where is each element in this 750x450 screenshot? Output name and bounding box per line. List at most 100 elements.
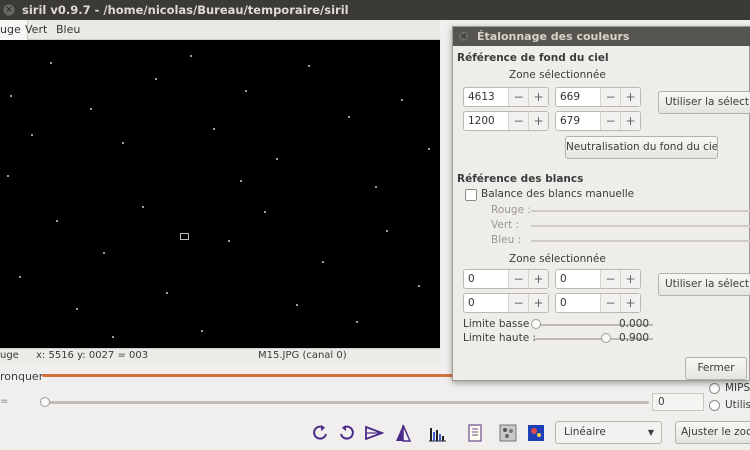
bg-w-value: 1200 bbox=[468, 115, 495, 127]
plus-icon[interactable]: + bbox=[528, 270, 548, 288]
bg-h-value: 679 bbox=[560, 115, 581, 127]
slider-value: 0 bbox=[658, 396, 665, 408]
white-x-spin[interactable]: 0 − + bbox=[463, 269, 549, 289]
tab-vert[interactable]: Vert bbox=[19, 20, 53, 40]
main-titlebar: × siril v0.9.7 - /home/nicolas/Bureau/te… bbox=[0, 0, 750, 20]
close-icon: × bbox=[459, 32, 468, 42]
bleu-label: Bleu : bbox=[491, 234, 522, 246]
contrast-slider-knob[interactable] bbox=[40, 397, 50, 407]
tronquer-label: ronquer bbox=[0, 370, 44, 383]
minus-icon[interactable]: − bbox=[600, 294, 620, 312]
close-dialog-label: Fermer bbox=[697, 362, 735, 374]
status-filename: M15.JPG (canal 0) bbox=[258, 350, 347, 361]
slider-value-field[interactable]: 0 bbox=[652, 393, 704, 411]
high-limit-knob[interactable] bbox=[601, 333, 611, 343]
bg-section-title: Référence de fond du ciel bbox=[457, 52, 609, 64]
minus-icon[interactable]: − bbox=[508, 270, 528, 288]
radio-mips[interactable] bbox=[709, 383, 720, 394]
radio-utilis-label: Utilis bbox=[725, 399, 750, 411]
tab-rouge-label: uge bbox=[0, 23, 21, 36]
white-y-value: 0 bbox=[560, 273, 567, 285]
mirror-y-icon[interactable] bbox=[392, 422, 414, 444]
minus-icon[interactable]: − bbox=[508, 88, 528, 106]
cutoff-bar[interactable] bbox=[42, 374, 460, 377]
white-x-value: 0 bbox=[468, 273, 475, 285]
rouge-slider[interactable] bbox=[531, 210, 750, 212]
low-limit-label: Limite basse : bbox=[463, 318, 537, 330]
image-viewport[interactable] bbox=[0, 40, 440, 348]
plus-icon[interactable]: + bbox=[528, 88, 548, 106]
window-title: siril v0.9.7 - /home/nicolas/Bureau/temp… bbox=[22, 3, 349, 17]
grid-icon[interactable] bbox=[497, 422, 519, 444]
status-coords: x: 5516 y: 0027 = 003 bbox=[36, 350, 149, 361]
bg-use-selection-label: Utiliser la sélection bbox=[665, 96, 750, 108]
white-y-spin[interactable]: 0 − + bbox=[555, 269, 641, 289]
high-limit-label: Limite haute : bbox=[463, 332, 537, 344]
plus-icon[interactable]: + bbox=[620, 294, 640, 312]
white-use-selection-label: Utiliser la sélection bbox=[665, 278, 750, 290]
radio-mips-label: MIPS bbox=[725, 382, 750, 394]
close-icon: × bbox=[5, 5, 13, 15]
close-window-button[interactable]: × bbox=[3, 4, 15, 16]
tab-bleu-label: Bleu bbox=[56, 23, 81, 36]
display-mode-value: Linéaire bbox=[564, 426, 606, 438]
vert-label: Vert : bbox=[491, 219, 520, 231]
rotate-ccw-icon[interactable] bbox=[309, 422, 331, 444]
document-icon[interactable] bbox=[464, 422, 486, 444]
image-statusbar: uge x: 5516 y: 0027 = 003 M15.JPG (canal… bbox=[0, 348, 440, 362]
low-limit-knob[interactable] bbox=[531, 319, 541, 329]
white-w-spin[interactable]: 0 − + bbox=[463, 293, 549, 313]
dialog-titlebar: × Étalonnage des couleurs bbox=[453, 27, 750, 46]
color-map-icon[interactable] bbox=[525, 422, 547, 444]
plus-icon[interactable]: + bbox=[528, 112, 548, 130]
chevron-down-icon: ▼ bbox=[647, 428, 654, 437]
bg-h-spin[interactable]: 679 − + bbox=[555, 111, 641, 131]
manual-white-balance-label: Balance des blancs manuelle bbox=[481, 188, 635, 200]
close-dialog-button[interactable]: Fermer bbox=[685, 357, 747, 380]
white-zone-label: Zone sélectionnée bbox=[509, 253, 606, 265]
minus-icon[interactable]: − bbox=[508, 112, 528, 130]
plus-icon[interactable]: + bbox=[620, 270, 640, 288]
bg-x-spin[interactable]: 4613 − + bbox=[463, 87, 549, 107]
radio-utilis[interactable] bbox=[709, 400, 720, 411]
vert-slider[interactable] bbox=[531, 225, 750, 227]
neutralize-background-button[interactable]: Neutralisation du fond du ciel bbox=[565, 136, 718, 159]
high-limit-value: 0.900 bbox=[619, 332, 650, 344]
slider-label: = bbox=[0, 396, 9, 407]
bg-use-selection-button[interactable]: Utiliser la sélection bbox=[658, 91, 750, 114]
histogram-icon[interactable] bbox=[426, 422, 448, 444]
minus-icon[interactable]: − bbox=[508, 294, 528, 312]
plus-icon[interactable]: + bbox=[620, 88, 640, 106]
plus-icon[interactable]: + bbox=[528, 294, 548, 312]
white-use-selection-button[interactable]: Utiliser la sélection bbox=[658, 273, 750, 296]
bg-w-spin[interactable]: 1200 − + bbox=[463, 111, 549, 131]
white-section-title: Référence des blancs bbox=[457, 173, 584, 185]
tab-vert-label: Vert bbox=[25, 23, 48, 36]
zoom-fit-button[interactable]: Ajuster le zoom bbox=[675, 421, 750, 444]
bg-y-spin[interactable]: 669 − + bbox=[555, 87, 641, 107]
bg-zone-label: Zone sélectionnée bbox=[509, 69, 606, 81]
display-mode-select[interactable]: Linéaire ▼ bbox=[555, 421, 662, 444]
manual-white-balance-checkbox[interactable] bbox=[465, 189, 477, 201]
zoom-fit-label: Ajuster le zoom bbox=[681, 426, 750, 438]
white-h-value: 0 bbox=[560, 297, 567, 309]
bg-y-value: 669 bbox=[560, 91, 581, 103]
plus-icon[interactable]: + bbox=[620, 112, 640, 130]
bg-x-value: 4613 bbox=[468, 91, 495, 103]
contrast-slider-track[interactable] bbox=[44, 401, 649, 404]
tab-bleu[interactable]: Bleu bbox=[50, 20, 86, 40]
channel-tabs: uge Vert Bleu bbox=[0, 20, 440, 40]
dialog-close-button[interactable]: × bbox=[458, 31, 469, 42]
dialog-title: Étalonnage des couleurs bbox=[477, 30, 630, 43]
white-w-value: 0 bbox=[468, 297, 475, 309]
minus-icon[interactable]: − bbox=[600, 112, 620, 130]
bleu-slider[interactable] bbox=[531, 240, 750, 242]
selection-rectangle[interactable] bbox=[180, 233, 189, 240]
mirror-x-icon[interactable] bbox=[363, 422, 385, 444]
color-calibration-dialog: × Étalonnage des couleurs Référence de f… bbox=[452, 26, 750, 381]
white-h-spin[interactable]: 0 − + bbox=[555, 293, 641, 313]
rotate-cw-icon[interactable] bbox=[336, 422, 358, 444]
rouge-label: Rouge : bbox=[491, 204, 531, 216]
minus-icon[interactable]: − bbox=[600, 88, 620, 106]
minus-icon[interactable]: − bbox=[600, 270, 620, 288]
